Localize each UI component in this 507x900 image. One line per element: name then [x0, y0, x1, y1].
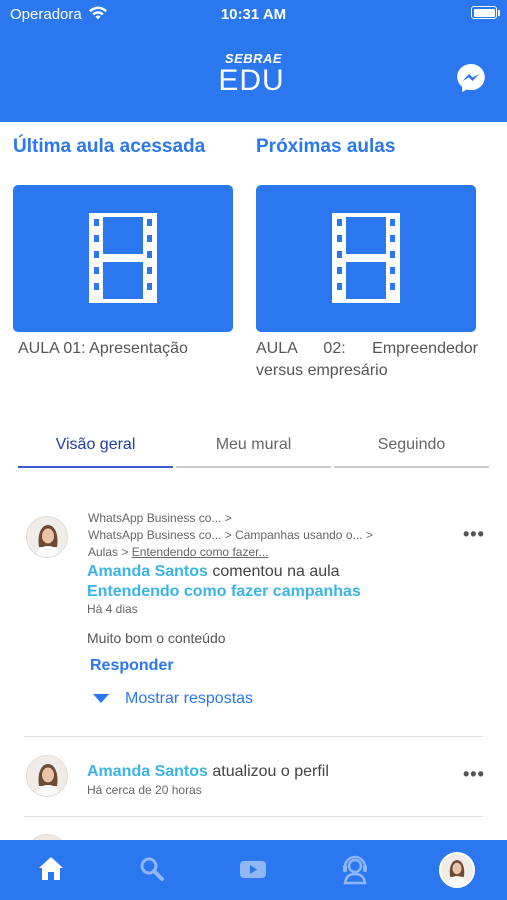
status-bar: Operadora 10:31 AM	[0, 0, 507, 28]
next-lesson-caption[interactable]: AULA 02: Empreendedor versus empresário	[256, 338, 478, 382]
film-icon	[89, 213, 157, 303]
activity-line: Amanda Santos atualizou o perfil	[87, 762, 329, 782]
messenger-icon[interactable]	[455, 62, 487, 94]
breadcrumb-line-3[interactable]: Aulas > Entendendo como fazer...	[88, 544, 268, 561]
show-replies-label: Mostrar respostas	[125, 690, 254, 707]
next-lesson-caption-line1: AULA 02: Empreendedor	[256, 340, 478, 357]
feed-tabs: Visão geral Meu mural Seguindo	[18, 428, 489, 468]
divider	[24, 736, 483, 737]
timestamp: Há 4 dias	[87, 602, 138, 616]
comment-text: Muito bom o conteúdo	[87, 630, 226, 646]
logo-bottom-text: EDU	[218, 64, 285, 97]
next-lesson-caption-line2: versus empresário	[256, 362, 388, 379]
timestamp: Há cerca de 20 horas	[87, 783, 202, 797]
lesson-link[interactable]: Entendendo como fazer campanhas	[87, 582, 361, 602]
user-name-link[interactable]: Amanda Santos	[87, 563, 208, 580]
last-lesson-caption[interactable]: AULA 01: Apresentação	[18, 338, 188, 360]
profile-avatar[interactable]	[439, 852, 475, 888]
breadcrumb-lesson-link[interactable]: Entendendo como fazer...	[132, 545, 269, 559]
user-name-link[interactable]: Amanda Santos	[87, 763, 208, 780]
clock: 10:31 AM	[220, 6, 287, 23]
activity-line: Amanda Santos comentou na aula	[87, 562, 340, 582]
tab-my-wall[interactable]: Meu mural	[176, 428, 331, 468]
caret-down-icon	[93, 694, 109, 704]
tab-following[interactable]: Seguindo	[334, 428, 489, 468]
home-icon[interactable]	[34, 852, 68, 886]
reply-button[interactable]: Responder	[90, 657, 174, 675]
battery-icon	[471, 6, 497, 19]
more-options-icon[interactable]: •••	[463, 764, 485, 785]
support-icon[interactable]	[338, 852, 372, 886]
last-lesson-title: Última aula acessada	[13, 136, 206, 157]
next-lessons-title: Próximas aulas	[256, 136, 396, 157]
app-header: Operadora 10:31 AM SEBRAE EDU	[0, 0, 507, 122]
tab-overview[interactable]: Visão geral	[18, 428, 173, 468]
video-icon[interactable]	[236, 852, 270, 886]
last-lesson-card[interactable]	[13, 185, 233, 332]
activity-text: atualizou o perfil	[207, 763, 329, 780]
avatar[interactable]	[26, 516, 68, 558]
breadcrumb-line-2[interactable]: WhatsApp Business co... > Campanhas usan…	[88, 527, 373, 544]
divider	[24, 816, 483, 817]
search-icon[interactable]	[135, 852, 169, 886]
battery-tip	[498, 10, 500, 16]
sebrae-edu-logo: SEBRAE EDU	[0, 52, 507, 96]
breadcrumb-line-1[interactable]: WhatsApp Business co... >	[88, 510, 232, 527]
film-icon	[332, 213, 400, 303]
show-replies-button[interactable]: Mostrar respostas	[90, 690, 253, 708]
avatar[interactable]	[26, 755, 68, 797]
breadcrumb-aulas: Aulas >	[88, 545, 132, 559]
activity-text: comentou na aula	[207, 563, 340, 580]
bottom-tab-bar	[0, 840, 507, 900]
next-lesson-card[interactable]	[256, 185, 476, 332]
more-options-icon[interactable]: •••	[463, 524, 485, 545]
